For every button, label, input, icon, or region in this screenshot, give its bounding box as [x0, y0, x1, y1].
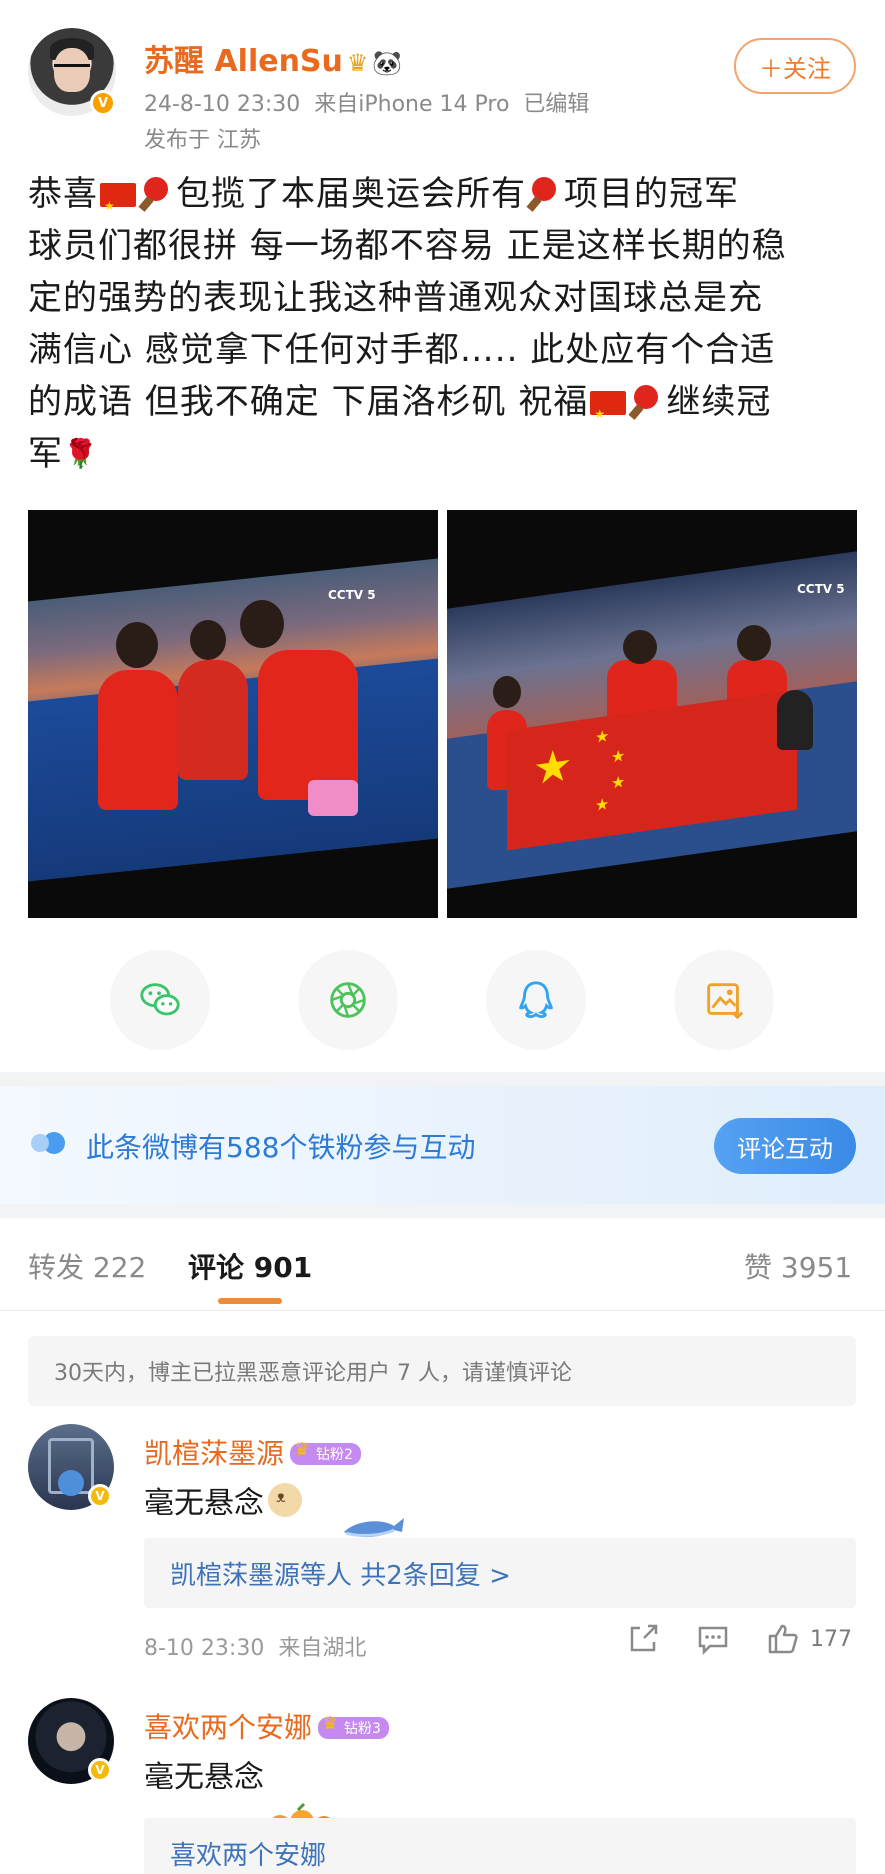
fan-interaction-bar: 此条微博有588个铁粉参与互动 评论互动 [0, 1086, 885, 1204]
commenter-name[interactable]: 喜欢两个安娜钻粉3 [144, 1706, 389, 1746]
comment-text: 毫无悬念 [144, 1478, 302, 1522]
post-photo-1[interactable]: CCTV 5 [28, 510, 438, 918]
post-text-segment: 的成语 但我不确定 下届洛杉矶 祝福 [28, 382, 589, 422]
post-text-segment: 军 [28, 434, 63, 474]
fan-level-badge: 钻粉2 [290, 1439, 361, 1465]
comment-location: 来自湖北 [278, 1636, 367, 1661]
post-timestamp: 24-8-10 23:30 [144, 92, 301, 117]
save-image-button[interactable] [674, 950, 774, 1050]
post-edited: 已编辑 [523, 92, 590, 117]
comment-actions: 177 [626, 1622, 852, 1656]
verified-badge-icon: V [88, 1484, 112, 1508]
comment-item: V 喜欢两个安娜钻粉3 毫无悬念 喜欢两个安娜 [0, 1698, 885, 1874]
tv-logo: CCTV 5 [328, 588, 376, 602]
reply-summary-link[interactable]: 凯楦莯墨源等人 共2条回复 > [144, 1538, 856, 1608]
verified-badge-icon: V [90, 90, 116, 116]
active-tab-indicator [218, 1298, 282, 1304]
post-text-segment: 继续冠 [666, 382, 772, 422]
crown-icon: ♛ [346, 49, 369, 77]
like-icon[interactable] [766, 1622, 800, 1656]
section-divider [0, 1072, 885, 1086]
share-wechat-button[interactable] [110, 950, 210, 1050]
comment-item: V 凯楦莯墨源钻粉2 毫无悬念 凯楦莯墨源等人 共2条回复 > 8-10 23:… [0, 1424, 885, 1661]
comment-time: 8-10 23:30 [144, 1636, 265, 1661]
photo-grid: CCTV 5 CCTV 5 ★ ★ ★ ★ ★ [28, 510, 857, 918]
china-flag-icon [100, 180, 136, 232]
reply-icon[interactable] [696, 1622, 730, 1656]
qq-icon [518, 981, 554, 1018]
post-text-line: 的成语 但我不确定 下届洛杉矶 祝福 继续冠 [28, 376, 858, 440]
post-source: 来自iPhone 14 Pro [314, 92, 510, 117]
share-moments-button[interactable] [298, 950, 398, 1050]
post-text-line: 军🌹 [28, 428, 858, 480]
tv-logo: CCTV 5 [797, 582, 845, 596]
comment-interact-button[interactable]: 评论互动 [714, 1118, 856, 1174]
rose-icon: 🌹 [63, 437, 99, 470]
tab-comments[interactable]: 评论 901 [188, 1246, 312, 1286]
post-meta: 24-8-10 23:30 来自iPhone 14 Pro 已编辑 [144, 86, 589, 118]
section-divider [0, 1204, 885, 1218]
post-text-segment: 包揽了本届奥运会所有 [176, 174, 526, 214]
author-name[interactable]: 苏醒 AllenSu ♛ 🐼 [144, 36, 402, 80]
wechat-icon [140, 983, 180, 1016]
ping-pong-icon [528, 177, 562, 211]
ping-pong-icon [630, 385, 664, 419]
post-text-segment: 定的强势的表现让我这种普通观众对国球总是充 [28, 278, 763, 318]
interaction-tabs: 转发 222 评论 901 赞 3951 [0, 1218, 885, 1318]
post-text: 恭喜 包揽了本届奥运会所有项目的冠军球员们都很拼 每一场都不容易 正是这样长期的稳… [28, 168, 858, 480]
tabs-divider [0, 1310, 885, 1311]
verified-badge-icon: V [88, 1758, 112, 1782]
ping-pong-icon [140, 177, 174, 211]
fan-level-badge: 钻粉3 [318, 1713, 389, 1739]
fan-wave-icon [31, 1132, 65, 1154]
comment-notice: 30天内，博主已拉黑恶意评论用户 7 人，请谨慎评论 [28, 1336, 856, 1406]
panda-icon: 🐼 [372, 49, 403, 77]
post-photo-2[interactable]: CCTV 5 ★ ★ ★ ★ ★ [447, 510, 857, 918]
share-qq-button[interactable] [486, 950, 586, 1050]
post-text-line: 定的强势的表现让我这种普通观众对国球总是充 [28, 272, 858, 324]
cat-emoji-icon [268, 1483, 302, 1517]
tab-repost[interactable]: 转发 222 [28, 1246, 146, 1286]
reply-summary-link[interactable]: 喜欢两个安娜 [144, 1818, 856, 1874]
post-text-segment: 项目的冠军 [564, 174, 739, 214]
post-text-line: 满信心 感觉拿下任何对手都….. 此处应有个合适 [28, 324, 858, 376]
post-location: 发布于 江苏 [144, 128, 261, 153]
post-text-line: 恭喜 包揽了本届奥运会所有项目的冠军 [28, 168, 858, 232]
share-bar [0, 950, 885, 1050]
like-count: 177 [810, 1626, 852, 1652]
tab-likes[interactable]: 赞 3951 [744, 1246, 852, 1286]
share-icon[interactable] [626, 1622, 660, 1656]
post-text-segment: 球员们都很拼 每一场都不容易 正是这样长期的稳 [28, 226, 787, 266]
follow-button[interactable]: ＋关注 [734, 38, 856, 94]
save-image-icon [707, 983, 744, 1020]
post-text-segment: 恭喜 [28, 174, 98, 214]
comment-text: 毫无悬念 [144, 1760, 264, 1795]
comment-meta: 8-10 23:30 来自湖北 [144, 1630, 366, 1662]
post-text-segment: 满信心 感觉拿下任何对手都….. 此处应有个合适 [28, 330, 776, 370]
post-header: V 苏醒 AllenSu ♛ 🐼 24-8-10 23:30 来自iPhone 14… [0, 0, 885, 160]
fan-count-text: 此条微博有588个铁粉参与互动 [86, 1131, 476, 1164]
post-text-line: 球员们都很拼 每一场都不容易 正是这样长期的稳 [28, 220, 858, 272]
china-flag-icon [590, 388, 627, 440]
commenter-name[interactable]: 凯楦莯墨源钻粉2 [144, 1432, 361, 1472]
moments-icon [330, 982, 366, 1018]
